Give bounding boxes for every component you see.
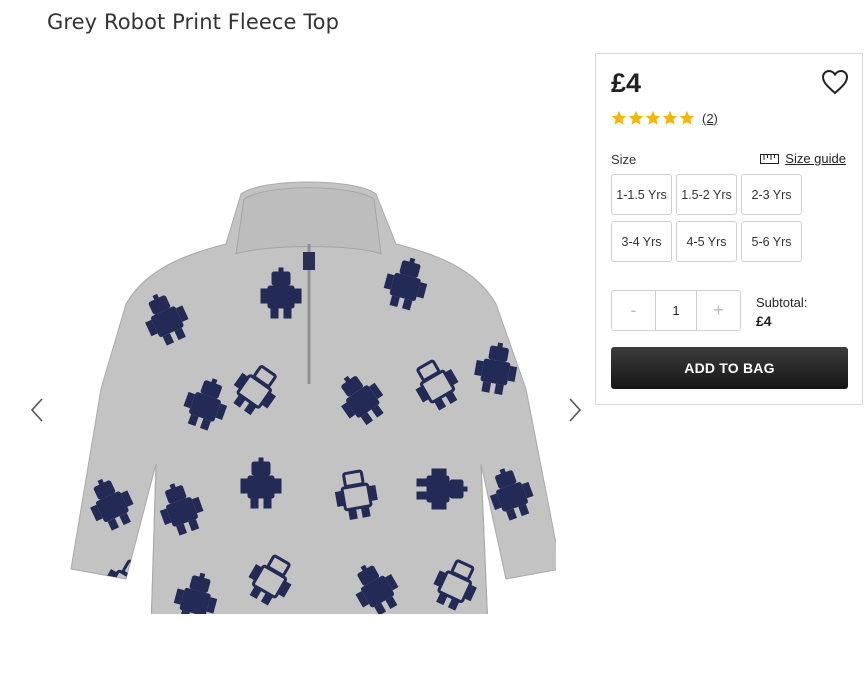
wishlist-button[interactable] bbox=[821, 69, 849, 95]
review-count-link[interactable]: (2) bbox=[702, 111, 718, 126]
product-gallery bbox=[20, 150, 595, 630]
quantity-decrease-button[interactable]: - bbox=[612, 291, 655, 330]
subtotal-label: Subtotal: bbox=[756, 295, 808, 310]
star-icon bbox=[628, 110, 644, 125]
star-icon bbox=[679, 110, 695, 125]
size-guide-label: Size guide bbox=[785, 151, 846, 166]
star-icon bbox=[662, 110, 678, 125]
size-option-1-1.5-yrs[interactable]: 1-1.5 Yrs bbox=[611, 174, 672, 215]
star-icon bbox=[611, 110, 627, 125]
product-image bbox=[70, 181, 556, 614]
size-option-4-5-yrs[interactable]: 4-5 Yrs bbox=[676, 221, 737, 262]
product-title: Grey Robot Print Fleece Top bbox=[47, 10, 340, 34]
quantity-increase-button[interactable]: + bbox=[697, 291, 740, 330]
chevron-right-icon bbox=[569, 398, 582, 422]
subtotal: Subtotal: £4 bbox=[756, 294, 807, 330]
size-options: 1-1.5 Yrs 1.5-2 Yrs 2-3 Yrs 3-4 Yrs 4-5 … bbox=[611, 174, 802, 262]
quantity-input[interactable] bbox=[655, 291, 697, 330]
gallery-prev-button[interactable] bbox=[28, 395, 48, 425]
size-option-3-4-yrs[interactable]: 3-4 Yrs bbox=[611, 221, 672, 262]
size-option-5-6-yrs[interactable]: 5-6 Yrs bbox=[741, 221, 802, 262]
subtotal-value: £4 bbox=[756, 313, 772, 329]
star-icon bbox=[645, 110, 661, 125]
size-option-2-3-yrs[interactable]: 2-3 Yrs bbox=[741, 174, 802, 215]
rating: (2) bbox=[611, 110, 718, 126]
rating-stars bbox=[611, 110, 695, 126]
price: £4 bbox=[611, 68, 642, 98]
gallery-next-button[interactable] bbox=[564, 395, 584, 425]
ruler-icon bbox=[760, 153, 780, 164]
size-guide-link[interactable]: Size guide bbox=[760, 151, 846, 166]
heart-icon bbox=[821, 69, 849, 95]
size-label: Size bbox=[611, 152, 637, 167]
size-option-1.5-2-yrs[interactable]: 1.5-2 Yrs bbox=[676, 174, 737, 215]
add-to-bag-button[interactable]: ADD TO BAG bbox=[611, 347, 848, 389]
purchase-panel: £4 (2) Size Size guide 1-1.5 Yrs 1.5-2 Y… bbox=[595, 53, 863, 405]
chevron-left-icon bbox=[30, 398, 43, 422]
quantity-stepper: - + bbox=[611, 290, 741, 331]
